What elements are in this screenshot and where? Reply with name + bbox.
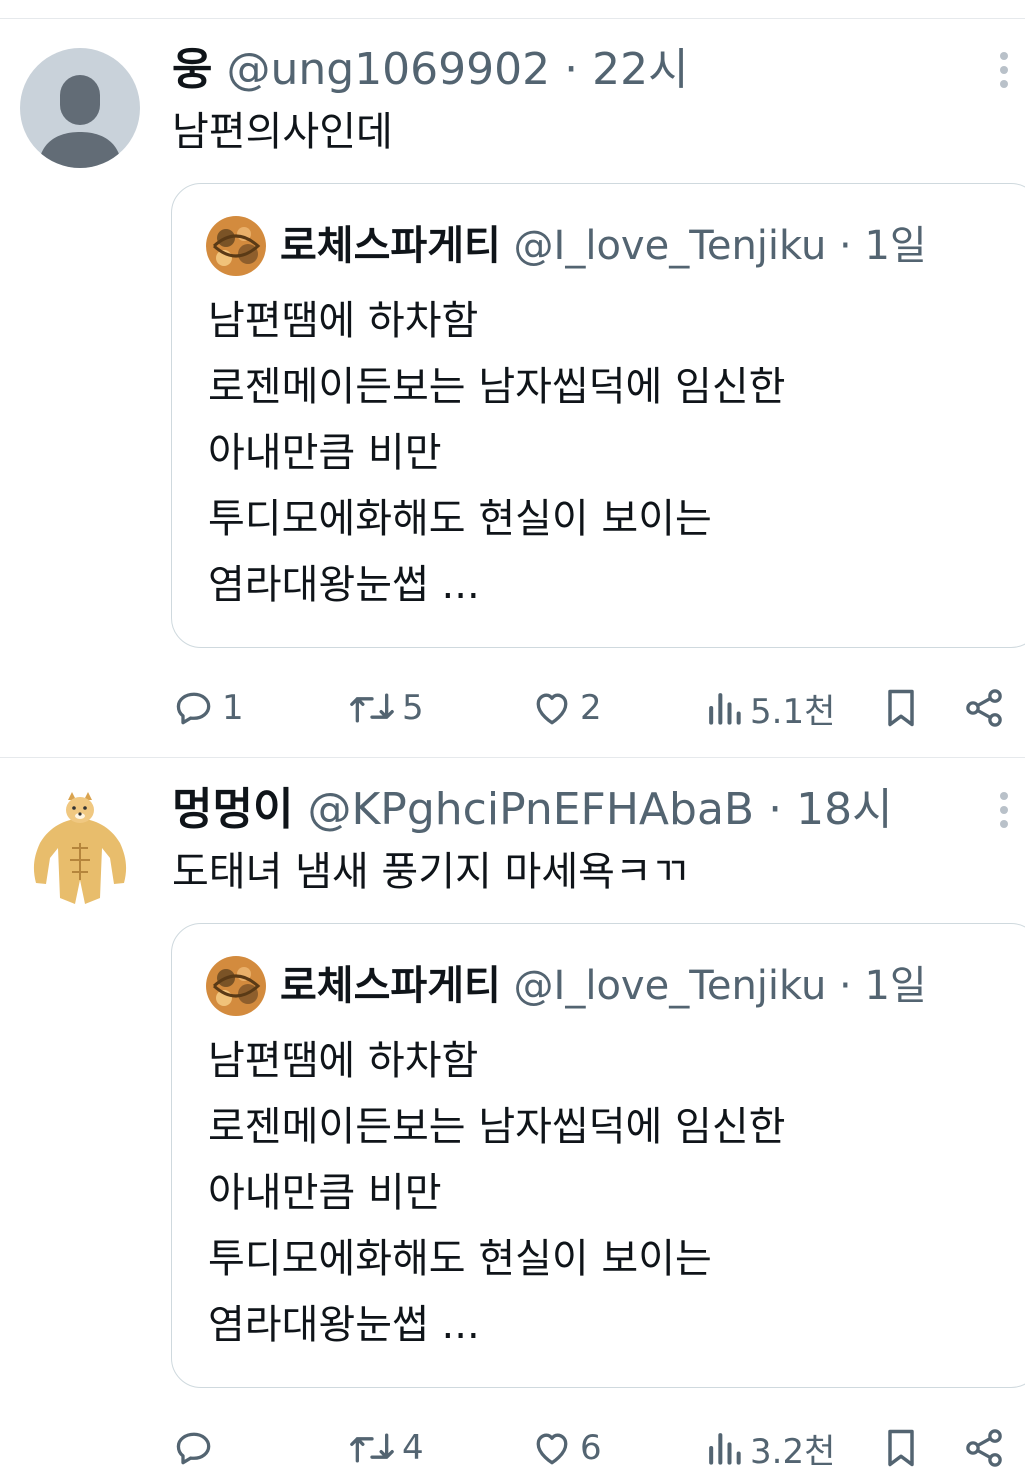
reply-icon	[176, 1432, 211, 1465]
quoted-line: 남편땜에 하차함	[208, 298, 479, 344]
like-button[interactable]: 6	[530, 1420, 602, 1476]
repost-count: 5	[402, 688, 424, 728]
post-divider	[0, 757, 1025, 758]
share-icon	[966, 689, 1002, 727]
default-avatar[interactable]	[20, 48, 140, 168]
post-actions: 4 6 3.2천	[0, 1420, 1025, 1480]
bookmark-button[interactable]	[882, 680, 920, 736]
post-text: 남편의사인데	[172, 109, 393, 155]
separator-dot: ·	[564, 44, 579, 95]
author-name[interactable]: 멍멍이	[172, 784, 293, 835]
share-button[interactable]	[962, 680, 1006, 736]
post-actions: 1 5 2 5.1천	[0, 680, 1025, 740]
quoted-author-handle: @I_love_Tenjiku	[513, 223, 827, 269]
quoted-line: 투디모에화해도 현실이 보이는	[208, 1236, 712, 1282]
quoted-post[interactable]: 로체스파게티 @I_love_Tenjiku · 1일 남편땜에 하차함 로젠메…	[171, 183, 1025, 648]
heart-icon	[536, 1433, 568, 1465]
reply-button[interactable]: 1	[172, 680, 244, 736]
share-button[interactable]	[962, 1420, 1006, 1476]
separator-dot: ·	[839, 963, 852, 1009]
repost-icon	[350, 693, 394, 723]
quoted-line: 아내만큼 비만	[208, 430, 442, 476]
repost-button[interactable]: 4	[348, 1420, 424, 1476]
quoted-text: 남편땜에 하차함 로젠메이든보는 남자씹덕에 임신한 아내만큼 비만 투디모에화…	[208, 288, 785, 618]
author-name[interactable]: 웅	[172, 44, 212, 95]
quoted-author-handle: @I_love_Tenjiku	[513, 963, 827, 1009]
more-vertical-icon[interactable]	[992, 792, 1016, 836]
quoted-avatar	[206, 956, 266, 1016]
like-count: 2	[580, 688, 602, 728]
quoted-line: 로젠메이든보는 남자씹덕에 임신한	[208, 1104, 786, 1150]
quoted-time: 1일	[864, 963, 927, 1009]
quoted-line: 투디모에화해도 현실이 보이는	[208, 496, 712, 542]
bookmark-button[interactable]	[882, 1420, 920, 1476]
quoted-author-name: 로체스파게티	[280, 963, 501, 1009]
post-header: 멍멍이 @KPghciPnEFHAbaB · 18시	[172, 782, 893, 838]
bookmark-icon	[888, 689, 914, 727]
quoted-line: 아내만큼 비만	[208, 1170, 442, 1216]
repost-icon	[350, 1433, 394, 1463]
like-button[interactable]: 2	[530, 680, 602, 736]
quoted-line: 염라대왕눈썹 ...	[208, 562, 480, 608]
like-count: 6	[580, 1428, 602, 1468]
quoted-text: 남편땜에 하차함 로젠메이든보는 남자씹덕에 임신한 아내만큼 비만 투디모에화…	[208, 1028, 785, 1358]
views-button[interactable]: 5.1천	[704, 680, 835, 736]
post-text: 도태녀 냄새 풍기지 마세욕ㅋㄲ	[172, 849, 689, 895]
post-time[interactable]: 18시	[796, 784, 892, 835]
reply-count: 1	[222, 688, 244, 728]
views-button[interactable]: 3.2천	[704, 1420, 835, 1476]
author-handle[interactable]: @KPghciPnEFHAbaB	[307, 784, 754, 835]
quoted-post[interactable]: 로체스파게티 @I_love_Tenjiku · 1일 남편땜에 하차함 로젠메…	[171, 923, 1025, 1388]
quoted-avatar	[206, 216, 266, 276]
quoted-line: 로젠메이든보는 남자씹덕에 임신한	[208, 364, 786, 410]
quoted-header: 로체스파게티 @I_love_Tenjiku · 1일	[280, 218, 927, 274]
bookmark-icon	[888, 1429, 914, 1467]
post-time[interactable]: 22시	[592, 44, 688, 95]
views-icon	[709, 1433, 741, 1465]
heart-icon	[536, 693, 568, 725]
separator-dot: ·	[768, 784, 783, 835]
separator-dot: ·	[839, 223, 852, 269]
views-icon	[709, 693, 741, 725]
quoted-line: 남편땜에 하차함	[208, 1038, 479, 1084]
share-icon	[966, 1429, 1002, 1467]
repost-button[interactable]: 5	[348, 680, 424, 736]
repost-count: 4	[402, 1428, 424, 1468]
quoted-time: 1일	[864, 223, 927, 269]
top-divider	[0, 18, 1025, 19]
reply-icon	[176, 692, 211, 725]
views-count: 3.2천	[750, 1431, 836, 1472]
author-handle[interactable]: @ung1069902	[226, 44, 550, 95]
post-header: 웅 @ung1069902 · 22시	[172, 42, 689, 98]
views-count: 5.1천	[750, 691, 836, 732]
quoted-line: 염라대왕눈썹 ...	[208, 1302, 480, 1348]
doge-avatar[interactable]	[20, 788, 140, 908]
more-vertical-icon[interactable]	[992, 52, 1016, 96]
reply-button[interactable]	[172, 1420, 222, 1476]
quoted-author-name: 로체스파게티	[280, 223, 501, 269]
quoted-header: 로체스파게티 @I_love_Tenjiku · 1일	[280, 958, 927, 1014]
